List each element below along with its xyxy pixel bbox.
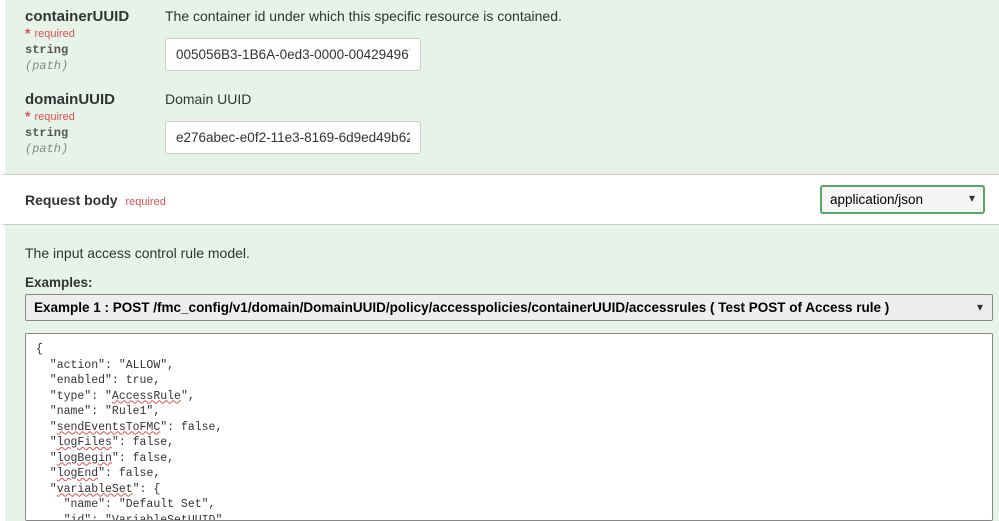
param-location: (path) bbox=[25, 142, 165, 156]
required-text: required bbox=[34, 111, 74, 123]
required-star: * bbox=[25, 25, 30, 41]
required-star: * bbox=[25, 108, 30, 124]
param-desc: The container id under which this specif… bbox=[165, 8, 979, 24]
required-text: required bbox=[34, 28, 74, 40]
param-type: string bbox=[25, 126, 165, 140]
request-body-section: The input access control rule model. Exa… bbox=[0, 225, 999, 521]
param-content: The container id under which this specif… bbox=[165, 8, 979, 73]
param-row-containerUUID: containerUUID * required string (path) Th… bbox=[25, 0, 979, 73]
param-row-domainUUID: domainUUID * required string (path) Domai… bbox=[25, 73, 979, 156]
param-name: containerUUID bbox=[25, 8, 129, 25]
containerUUID-input[interactable] bbox=[165, 38, 421, 71]
request-body-textarea[interactable]: { "action": "ALLOW", "enabled": true, "t… bbox=[25, 333, 993, 521]
content-type-select[interactable]: application/json bbox=[820, 185, 985, 214]
examples-label: Examples: bbox=[25, 275, 985, 290]
param-name: domainUUID bbox=[25, 91, 115, 108]
example-select[interactable]: Example 1 : POST /fmc_config/v1/domain/D… bbox=[25, 294, 993, 321]
body-desc: The input access control rule model. bbox=[25, 245, 985, 261]
param-type: string bbox=[25, 43, 165, 57]
request-body-title: Request body bbox=[25, 192, 118, 208]
param-meta: domainUUID * required string (path) bbox=[25, 91, 165, 156]
param-desc: Domain UUID bbox=[165, 91, 979, 107]
param-content: Domain UUID bbox=[165, 91, 979, 156]
domainUUID-input[interactable] bbox=[165, 121, 421, 154]
request-body-header: Request body required application/json bbox=[0, 174, 999, 225]
param-meta: containerUUID * required string (path) bbox=[25, 8, 165, 73]
parameters-section: containerUUID * required string (path) Th… bbox=[0, 0, 999, 174]
required-text: required bbox=[125, 196, 165, 208]
param-location: (path) bbox=[25, 59, 165, 73]
